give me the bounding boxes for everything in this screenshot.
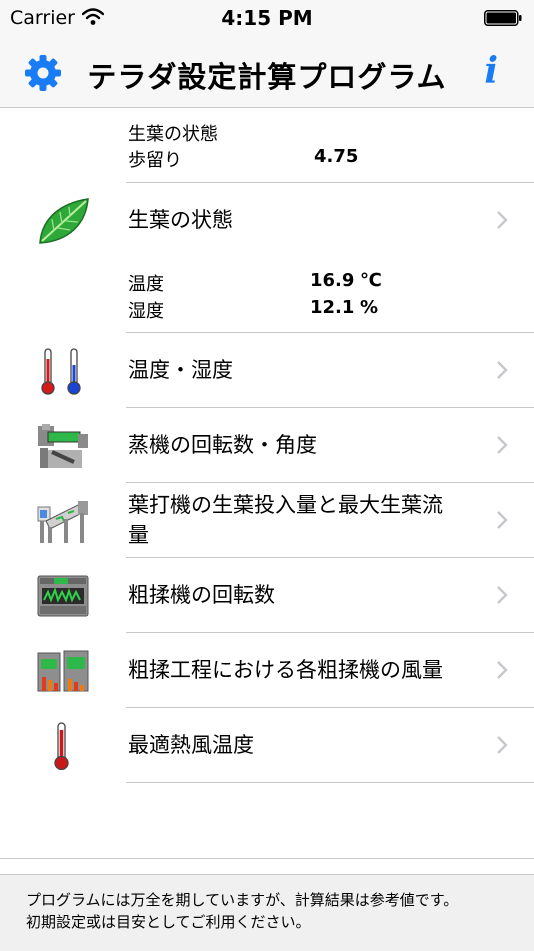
menu-row-rough-roller[interactable]: 粗揉機の回転数: [0, 558, 534, 632]
menu-row-leaf-state[interactable]: 生葉の状態: [0, 183, 534, 257]
menu-row-steamer[interactable]: 蒸機の回転数・角度: [0, 408, 534, 482]
humidity-label: 湿度: [128, 301, 164, 322]
chevron-right-icon: [497, 661, 508, 679]
menu-row-airflow[interactable]: 粗揉工程における各粗揉機の風量: [0, 633, 534, 707]
menu-row-leaf-beater[interactable]: 葉打機の生葉投入量と最大生葉流量: [0, 483, 534, 557]
separator: [126, 782, 534, 783]
row-title: 葉打機の生葉投入量と最大生葉流量: [128, 493, 443, 547]
row-title: 蒸機の回転数・角度: [128, 433, 317, 457]
disclaimer-line-1: プログラムには万全を期していますが、計算結果は参考値です。: [26, 891, 459, 909]
menu-row-temperature-humidity[interactable]: 温度・湿度: [0, 333, 534, 407]
leaf-beater-machine-icon: [37, 501, 88, 543]
battery-icon: [484, 10, 522, 26]
row-title: 生葉の状態: [128, 208, 233, 232]
airflow-bars-icon: [37, 650, 89, 692]
divider: [0, 858, 534, 859]
leaf-icon: [39, 198, 89, 244]
thermometers-icon: [41, 348, 81, 395]
humidity-unit: %: [360, 297, 379, 318]
temperature-unit: ℃: [360, 270, 382, 291]
thermometer-icon: [54, 722, 69, 770]
disclaimer-line-2: 初期設定或は目安としてご利用ください。: [26, 913, 311, 931]
temperature-value: 16.9: [310, 270, 355, 291]
yield-label: 歩留り: [128, 150, 182, 171]
humidity-value: 12.1: [310, 297, 355, 318]
disclaimer-footer: プログラムには万全を期していますが、計算結果は参考値です。 初期設定或は目安とし…: [0, 874, 534, 951]
navigation-bar: テラダ設定計算プログラム i: [0, 40, 534, 108]
row-title: 最適熱風温度: [128, 733, 254, 757]
row-title: 温度・湿度: [128, 358, 233, 382]
chevron-right-icon: [497, 361, 508, 379]
info-icon[interactable]: i: [484, 50, 498, 92]
disclaimer-text: プログラムには万全を期していますが、計算結果は参考値です。 初期設定或は目安とし…: [26, 889, 514, 933]
page-title: テラダ設定計算プログラム: [87, 60, 447, 94]
temperature-label: 温度: [128, 274, 164, 295]
chevron-right-icon: [497, 511, 508, 529]
rough-roller-icon: [37, 575, 89, 617]
chevron-right-icon: [497, 736, 508, 754]
yield-value: 4.75: [314, 146, 359, 167]
menu-row-hot-air-temperature[interactable]: 最適熱風温度: [0, 708, 534, 782]
status-time: 4:15 PM: [221, 6, 313, 30]
status-bar: Carrier 4:15 PM: [0, 0, 534, 40]
chevron-right-icon: [497, 211, 508, 229]
row-title: 粗揉機の回転数: [128, 583, 275, 607]
chevron-right-icon: [497, 586, 508, 604]
row-title: 粗揉工程における各粗揉機の風量: [128, 658, 443, 682]
chevron-right-icon: [497, 436, 508, 454]
leaf-summary-heading: 生葉の状態: [128, 124, 218, 145]
steamer-machine-icon: [38, 424, 88, 468]
